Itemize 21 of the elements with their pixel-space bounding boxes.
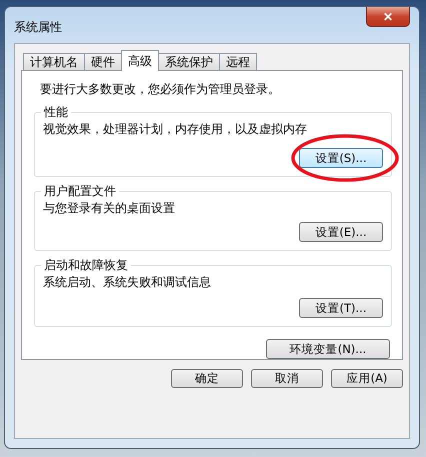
tab[interactable]: 远程 — [219, 53, 257, 71]
dialog-button[interactable]: 取消 — [251, 369, 323, 388]
dialog-button[interactable]: 确定 — [171, 369, 243, 388]
environment-variables-button[interactable]: 环境变量(N)... — [266, 339, 390, 359]
settings-button[interactable]: 设置(S)... — [299, 148, 383, 168]
group-description: 视觉效果，处理器计划，内存使用，以及虚拟内存 — [43, 121, 308, 138]
dialog-button[interactable]: 应用(A) — [331, 369, 403, 388]
notice-text: 要进行大多数更改，您必须作为管理员登录。 — [40, 81, 281, 98]
close-button[interactable]: ✕ — [366, 7, 410, 27]
window-title: 系统属性 — [14, 19, 62, 36]
tab[interactable]: 系统保护 — [158, 53, 220, 71]
group-title: 用户配置文件 — [43, 183, 117, 200]
tab[interactable]: 硬件 — [84, 53, 122, 71]
settings-button[interactable]: 设置(T)... — [299, 298, 383, 318]
tab[interactable]: 高级 — [121, 50, 159, 71]
settings-button[interactable]: 设置(E)... — [299, 222, 383, 242]
tab[interactable]: 计算机名 — [23, 53, 85, 71]
group-title: 性能 — [42, 104, 69, 121]
group-description: 系统启动、系统失败和调试信息 — [43, 274, 212, 292]
group-title: 启动和故障恢复 — [43, 257, 129, 274]
group-description: 与您登录有关的桌面设置 — [43, 200, 176, 218]
